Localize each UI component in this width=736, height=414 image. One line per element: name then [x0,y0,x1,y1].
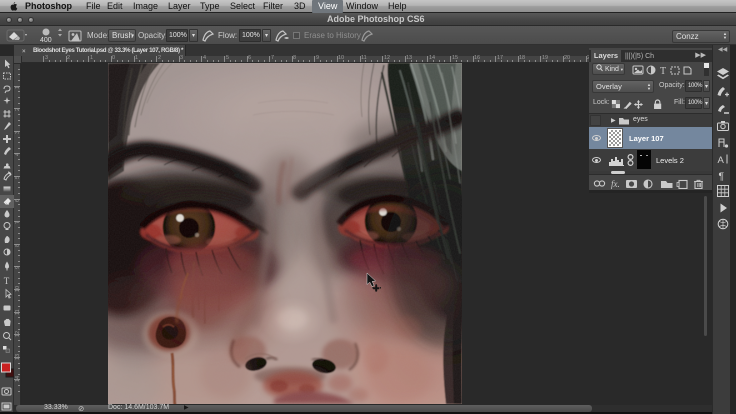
svg-text:A: A [718,155,725,166]
svg-text:¶: ¶ [719,171,725,183]
svg-text:T: T [4,276,10,286]
svg-text:fx.: fx. [611,179,620,189]
svg-text:T: T [660,66,666,76]
svg-text:400: 400 [40,37,52,43]
